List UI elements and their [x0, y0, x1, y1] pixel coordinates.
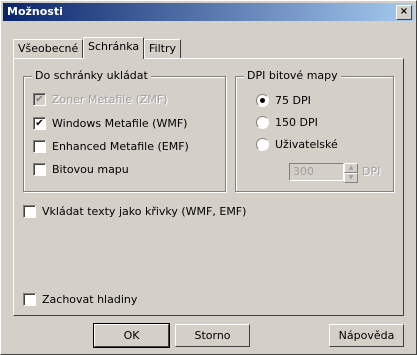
- tab-clipboard[interactable]: Schránka: [83, 37, 145, 59]
- radio-75-dpi[interactable]: 75 DPI: [256, 94, 311, 107]
- options-dialog: Možnosti × Všeobecné Schránka Filtry Do …: [0, 0, 417, 355]
- tab-panel-clipboard: Do schránky ukládat ✔ Zoner Metafile (ZM…: [13, 58, 404, 316]
- radio-button[interactable]: [256, 116, 269, 129]
- checkbox-label[interactable]: Windows Metafile (WMF): [52, 117, 187, 130]
- tab-general[interactable]: Všeobecné: [13, 39, 84, 58]
- custom-dpi-input: 300: [289, 163, 344, 181]
- checkbox-label[interactable]: Bitovou mapu: [52, 163, 129, 176]
- radio-label[interactable]: 75 DPI: [275, 94, 311, 107]
- checkbox-box[interactable]: [33, 140, 46, 153]
- close-icon: ×: [399, 6, 409, 17]
- radio-label[interactable]: 150 DPI: [275, 116, 318, 129]
- group-legend: DPI bitové mapy: [244, 69, 341, 82]
- group-legend: Do schránky ukládat: [32, 69, 151, 82]
- title-bar[interactable]: Možnosti ×: [3, 3, 414, 21]
- radio-150-dpi[interactable]: 150 DPI: [256, 116, 318, 129]
- checkbox-label[interactable]: Zachovat hladiny: [42, 293, 137, 306]
- checkbox-box[interactable]: [23, 293, 36, 306]
- checkbox-label[interactable]: Vkládat texty jako křivky (WMF, EMF): [42, 205, 246, 218]
- checkbox-keep-layers[interactable]: Zachovat hladiny: [23, 293, 137, 306]
- custom-dpi-spinner: 300 ▲ ▼: [289, 163, 358, 183]
- checkbox-wmf[interactable]: ✔ Windows Metafile (WMF): [33, 117, 187, 130]
- window-title: Možnosti: [7, 5, 63, 18]
- spinner-arrows: ▲ ▼: [344, 163, 358, 183]
- checkbox-box: ✔: [33, 93, 46, 106]
- checkbox-box[interactable]: [33, 163, 46, 176]
- ok-button[interactable]: OK: [93, 323, 170, 348]
- checkbox-bitmap[interactable]: Bitovou mapu: [33, 163, 129, 176]
- checkbox-emf[interactable]: Enhanced Metafile (EMF): [33, 140, 189, 153]
- radio-selected-dot: [260, 98, 265, 103]
- radio-button[interactable]: [256, 138, 269, 151]
- checkbox-text-as-curves[interactable]: Vkládat texty jako křivky (WMF, EMF): [23, 205, 246, 218]
- help-button[interactable]: Nápověda: [329, 324, 404, 347]
- clipboard-format-group: Do schránky ukládat ✔ Zoner Metafile (ZM…: [23, 69, 226, 192]
- checkbox-zmf: ✔ Zoner Metafile (ZMF): [33, 93, 168, 106]
- checkbox-label: Zoner Metafile (ZMF): [52, 93, 168, 106]
- radio-label[interactable]: Uživatelské: [275, 138, 338, 151]
- checkbox-box[interactable]: [23, 205, 36, 218]
- checkbox-box[interactable]: ✔: [33, 117, 46, 130]
- radio-custom-dpi[interactable]: Uživatelské: [256, 138, 338, 151]
- custom-dpi-unit: DPI: [362, 165, 381, 178]
- spin-up-icon: ▲: [344, 163, 358, 173]
- cancel-button[interactable]: Storno: [175, 324, 250, 347]
- tab-filters[interactable]: Filtry: [144, 39, 181, 58]
- checkbox-label[interactable]: Enhanced Metafile (EMF): [52, 140, 189, 153]
- radio-button[interactable]: [256, 94, 269, 107]
- close-button[interactable]: ×: [396, 5, 412, 20]
- bitmap-dpi-group: DPI bitové mapy 75 DPI 150 DPI Uživatels…: [235, 69, 394, 192]
- spin-down-icon: ▼: [344, 173, 358, 183]
